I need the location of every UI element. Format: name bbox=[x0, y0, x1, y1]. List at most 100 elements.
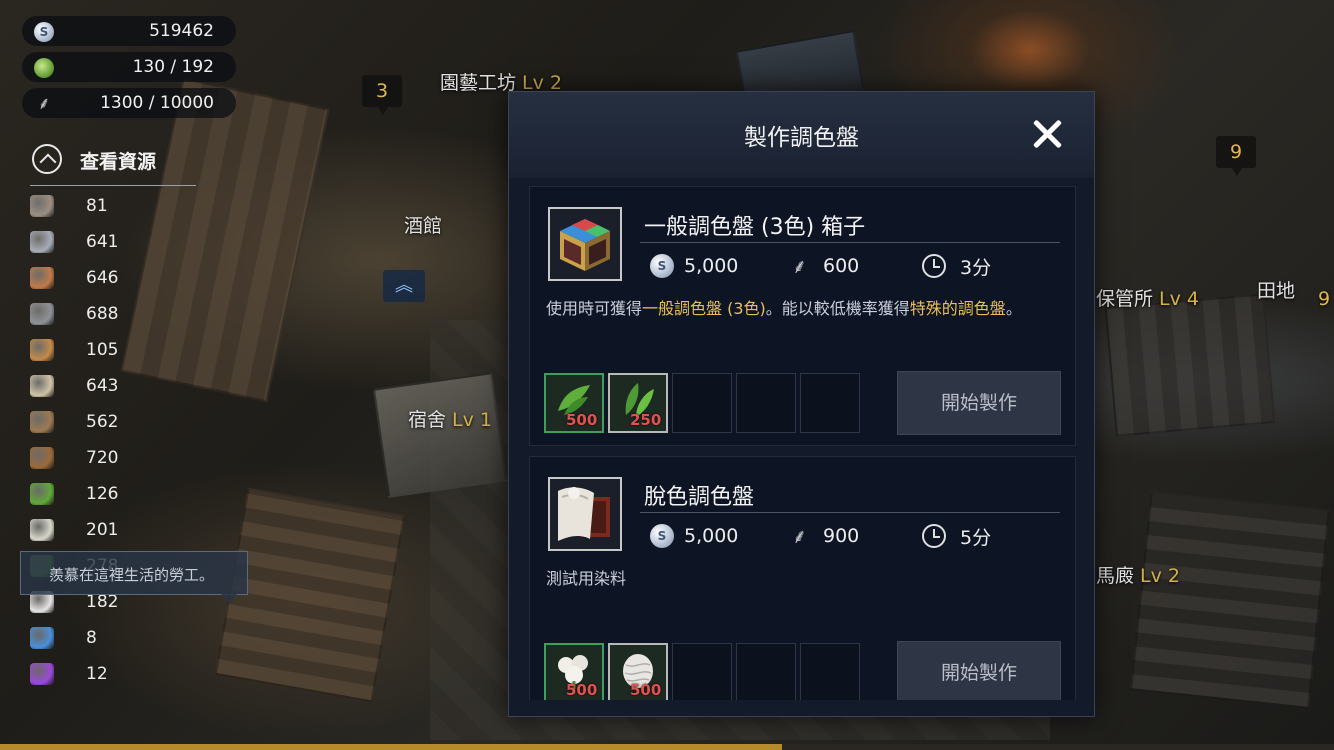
resource-amount: 12 bbox=[86, 664, 108, 684]
resource-row: 12 bbox=[30, 660, 180, 690]
purple-orb-icon bbox=[30, 663, 54, 685]
material-slot[interactable]: 250 bbox=[608, 373, 668, 433]
silver-counter: S 519462 bbox=[22, 16, 236, 46]
empty-material-slot bbox=[800, 373, 860, 433]
divider bbox=[640, 242, 1060, 243]
map-label-tavern[interactable]: 酒館 bbox=[404, 211, 442, 238]
cotton-icon bbox=[30, 519, 54, 541]
dialog-header: 製作調色盤 bbox=[509, 92, 1094, 178]
log-icon bbox=[30, 339, 54, 361]
map-label-stable[interactable]: 馬廄 Lv 2 bbox=[1096, 561, 1180, 588]
iron-ore-icon bbox=[30, 231, 54, 253]
wooden-building bbox=[214, 487, 406, 703]
birch-log-icon bbox=[30, 375, 54, 397]
branch-icon bbox=[30, 447, 54, 469]
resource-amount: 720 bbox=[86, 448, 119, 468]
material-slot[interactable]: 500 bbox=[544, 373, 604, 433]
resource-row: 81 bbox=[30, 192, 180, 222]
cabbage-icon bbox=[34, 58, 54, 78]
chevron-up-icon bbox=[32, 144, 62, 174]
resource-amount: 643 bbox=[86, 376, 119, 396]
resource-amount: 201 bbox=[86, 520, 119, 540]
recipe-name: 脫色調色盤 bbox=[644, 485, 755, 510]
wheat-cost: ⸙ 600 bbox=[792, 254, 860, 278]
resource-row: 8 bbox=[30, 624, 180, 654]
progress-bar bbox=[0, 744, 1334, 750]
resource-row: 720 bbox=[30, 444, 180, 474]
silver-coin-icon: S bbox=[650, 524, 674, 548]
craft-palette-dialog: 製作調色盤 一般調色盤 (3色) 箱子 S 5,000 ⸙ 600 3分 使用時… bbox=[508, 91, 1095, 717]
craft-time: 3分 bbox=[922, 253, 991, 279]
silver-cost: S 5,000 bbox=[650, 253, 738, 279]
progress-fill bbox=[0, 744, 782, 750]
craft-time: 5分 bbox=[922, 523, 991, 549]
empty-material-slot bbox=[736, 373, 796, 433]
empty-material-slot bbox=[736, 643, 796, 700]
wheat-cost: ⸙ 900 bbox=[792, 524, 860, 548]
resource-amount: 182 bbox=[86, 592, 119, 612]
storage-building bbox=[1104, 293, 1276, 437]
view-resources-toggle[interactable]: 查看資源 bbox=[30, 142, 196, 186]
resource-amount: 646 bbox=[86, 268, 119, 288]
resource-row: 126 bbox=[30, 480, 180, 510]
empty-material-slot bbox=[800, 643, 860, 700]
recipe-card: 脫色調色盤 S 5,000 ⸙ 900 5分 測試用染料 500 500 開始製… bbox=[529, 456, 1076, 700]
resource-row: 646 bbox=[30, 264, 180, 294]
clock-icon bbox=[922, 254, 946, 278]
map-label-dorm[interactable]: 宿舍 Lv 1 bbox=[408, 405, 492, 432]
blue-gem-icon bbox=[30, 627, 54, 649]
wheat-icon: ⸙ bbox=[37, 94, 51, 114]
resource-row: 643 bbox=[30, 372, 180, 402]
material-slot[interactable]: 500 bbox=[544, 643, 604, 700]
brick-icon bbox=[30, 267, 54, 289]
worker-tooltip: 羨慕在這裡生活的勞工。 bbox=[20, 551, 248, 604]
resource-row: 105 bbox=[30, 336, 180, 366]
crystal-ore-icon bbox=[30, 303, 54, 325]
divider bbox=[640, 512, 1060, 513]
wheat-counter: ⸙ 1300 / 10000 bbox=[22, 88, 236, 118]
leaf-icon bbox=[30, 483, 54, 505]
wheat-icon: ⸙ bbox=[792, 254, 807, 278]
recipe-name: 一般調色盤 (3色) 箱子 bbox=[644, 215, 866, 240]
resource-amount: 688 bbox=[86, 304, 119, 324]
start-crafting-button[interactable]: 開始製作 bbox=[897, 371, 1061, 435]
map-label-farmland[interactable]: 田地 bbox=[1257, 276, 1295, 303]
resource-amount: 641 bbox=[86, 232, 119, 252]
stone-block-icon bbox=[30, 195, 54, 217]
recipe-description: 使用時可獲得一般調色盤 (3色)。能以較低機率獲得特殊的調色盤。 bbox=[546, 299, 1022, 318]
start-crafting-button[interactable]: 開始製作 bbox=[897, 641, 1061, 700]
clock-icon bbox=[922, 524, 946, 548]
notification-badge-partial[interactable]: 9 bbox=[1318, 288, 1330, 310]
bleach-palette-icon bbox=[548, 477, 622, 551]
resource-row: 641 bbox=[30, 228, 180, 258]
stable-building bbox=[1130, 491, 1330, 709]
resource-amount: 562 bbox=[86, 412, 119, 432]
resource-amount: 105 bbox=[86, 340, 119, 360]
upgrade-chevron-icon[interactable]: ︽ bbox=[383, 270, 425, 302]
resource-amount: 81 bbox=[86, 196, 108, 216]
map-label-storage[interactable]: 保管所 Lv 4 bbox=[1096, 284, 1199, 311]
palette-box-icon bbox=[548, 207, 622, 281]
close-icon[interactable] bbox=[1029, 116, 1065, 152]
empty-material-slot bbox=[672, 643, 732, 700]
silver-coin-icon: S bbox=[650, 254, 674, 278]
recipe-description: 測試用染料 bbox=[546, 569, 627, 588]
wheat-icon: ⸙ bbox=[792, 524, 807, 548]
notification-badge[interactable]: 3 bbox=[362, 75, 402, 115]
resource-row: 562 bbox=[30, 408, 180, 438]
dorm-building bbox=[372, 372, 508, 498]
silver-cost: S 5,000 bbox=[650, 523, 738, 549]
food-counter: 130 / 192 bbox=[22, 52, 236, 82]
silver-coin-icon: S bbox=[34, 22, 54, 42]
resource-row: 201 bbox=[30, 516, 180, 546]
dialog-title: 製作調色盤 bbox=[744, 125, 859, 151]
recipe-card: 一般調色盤 (3色) 箱子 S 5,000 ⸙ 600 3分 使用時可獲得一般調… bbox=[529, 186, 1076, 446]
empty-material-slot bbox=[672, 373, 732, 433]
recipe-list[interactable]: 一般調色盤 (3色) 箱子 S 5,000 ⸙ 600 3分 使用時可獲得一般調… bbox=[521, 178, 1086, 700]
plank-icon bbox=[30, 411, 54, 433]
resource-amount: 8 bbox=[86, 628, 97, 648]
notification-badge[interactable]: 9 bbox=[1216, 136, 1256, 176]
resource-row: 688 bbox=[30, 300, 180, 330]
material-slot[interactable]: 500 bbox=[608, 643, 668, 700]
resource-amount: 126 bbox=[86, 484, 119, 504]
